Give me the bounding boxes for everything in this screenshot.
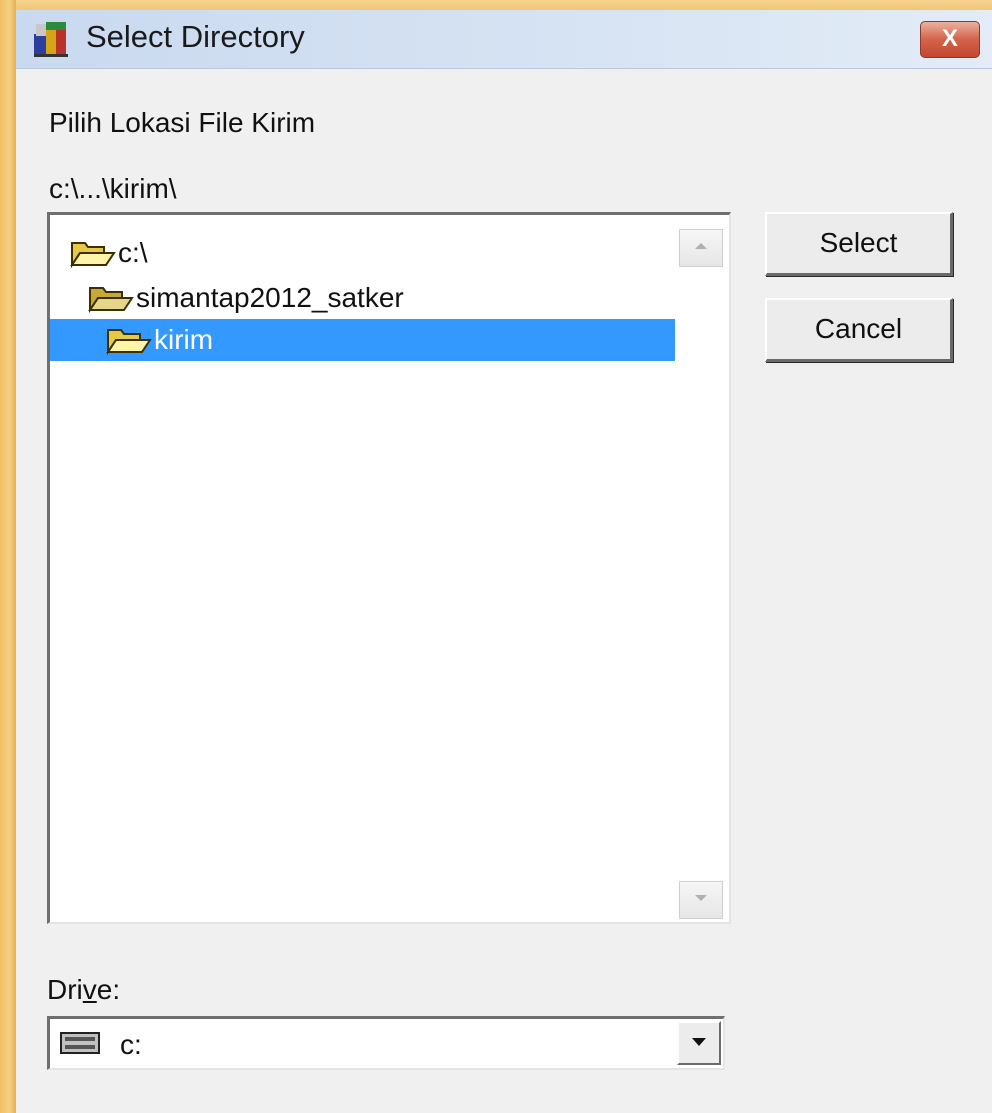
drive-label-part: Dri: [47, 974, 83, 1005]
arrow-down-icon: [695, 895, 707, 901]
select-directory-dialog: Select Directory X Pilih Lokasi File Kir…: [16, 10, 992, 1113]
directory-tree[interactable]: c:\ simantap2012_satker kirim: [47, 212, 731, 924]
tree-item-simantap2012-satker[interactable]: simantap2012_satker: [88, 277, 404, 319]
scroll-up-button[interactable]: [679, 229, 723, 267]
vertical-scrollbar[interactable]: [675, 217, 727, 919]
arrow-up-icon: [695, 243, 707, 249]
close-button[interactable]: X: [920, 21, 980, 58]
title-bar[interactable]: Select Directory X: [16, 10, 992, 69]
background-frame-left: [0, 0, 16, 1113]
open-folder-icon: [70, 242, 116, 268]
open-folder-icon: [88, 287, 134, 313]
tree-item-label: c:\: [118, 237, 148, 268]
tree-item-kirim[interactable]: kirim: [50, 319, 675, 361]
drive-dropdown-button[interactable]: [677, 1021, 721, 1065]
window-title: Select Directory: [86, 19, 305, 54]
scroll-down-button[interactable]: [679, 881, 723, 919]
chevron-down-icon: [692, 1038, 706, 1046]
drive-label-mnemonic: v: [82, 974, 97, 1005]
application-icon: [34, 22, 68, 57]
background-frame-top: [0, 0, 992, 10]
cancel-button[interactable]: Cancel: [765, 298, 953, 362]
tree-item-label: simantap2012_satker: [136, 282, 404, 313]
tree-item-label: kirim: [154, 324, 214, 355]
hard-drive-icon: [60, 1032, 100, 1054]
drive-label: Drive:: [47, 974, 120, 1006]
select-button[interactable]: Select: [765, 212, 953, 276]
current-path-label: c:\...\kirim\: [49, 173, 177, 204]
tree-item-root[interactable]: c:\: [70, 232, 148, 274]
open-folder-icon: [106, 329, 152, 355]
prompt-label: Pilih Lokasi File Kirim: [49, 107, 316, 138]
drive-select[interactable]: c:: [47, 1016, 725, 1070]
drive-value: c:: [120, 1029, 142, 1060]
drive-label-part: e:: [96, 974, 121, 1005]
